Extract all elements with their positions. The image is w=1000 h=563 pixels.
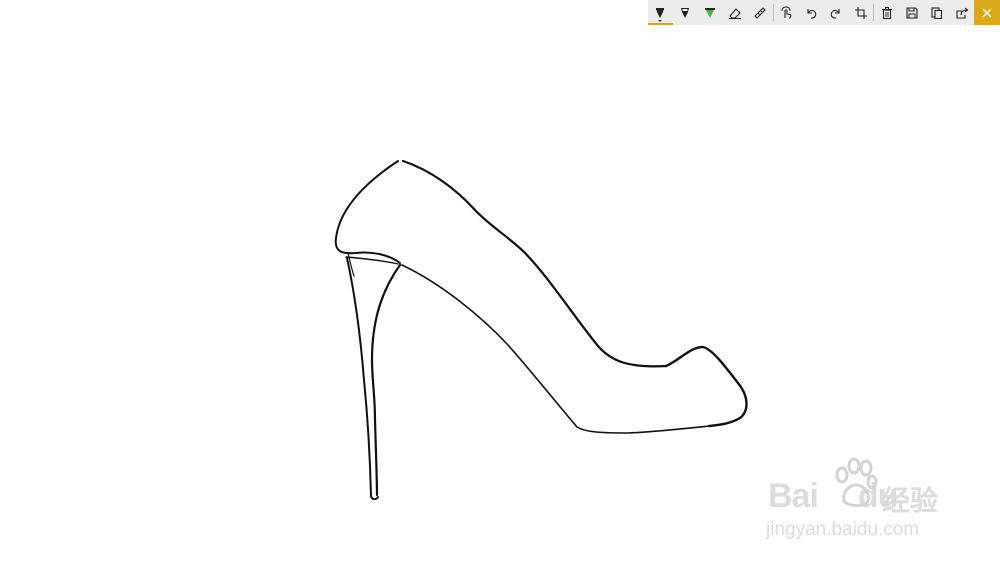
share-icon [955, 7, 968, 19]
watermark-url: jingyan.baidu.com [766, 519, 920, 540]
save-button[interactable] [899, 0, 924, 25]
pen-options-caret [658, 20, 663, 22]
touch-writing-button[interactable] [774, 0, 799, 25]
close-icon [982, 8, 992, 17]
ink-toolbar [648, 0, 1000, 25]
baidu-watermark: Bai du 经验 jingyan.baidu.com [760, 455, 960, 550]
redo-button[interactable] [823, 0, 848, 25]
close-button[interactable] [974, 0, 1000, 25]
watermark-cn-text: 经验 [882, 485, 939, 516]
shoe-toe [664, 345, 748, 428]
delete-icon [881, 6, 892, 19]
eraser-button[interactable] [723, 0, 748, 25]
eraser-icon [729, 7, 742, 19]
crop-button[interactable] [848, 0, 873, 25]
share-button[interactable] [949, 0, 974, 25]
heel-inner [370, 263, 402, 497]
ruler-icon [754, 6, 766, 19]
highlighter-icon [705, 7, 716, 18]
touch-writing-icon [781, 5, 792, 19]
pencil-button[interactable] [673, 0, 698, 25]
drawing-canvas[interactable]: Bai du 经验 jingyan.baidu.com [0, 0, 1000, 563]
undo-icon [807, 8, 817, 19]
copy-button[interactable] [924, 0, 949, 25]
highlighter-button[interactable] [698, 0, 723, 25]
pencil-icon [681, 7, 690, 18]
save-icon [906, 6, 918, 19]
ballpoint-pen-icon [656, 7, 665, 18]
ballpoint-pen-button[interactable] [648, 0, 673, 25]
ruler-button[interactable] [748, 0, 773, 25]
shoe-upper-line [334, 160, 401, 264]
delete-button[interactable] [874, 0, 899, 25]
shoe-topline [401, 159, 668, 368]
crop-icon [854, 6, 867, 19]
baidu-paw-icon [835, 457, 878, 507]
redo-icon [830, 8, 840, 19]
undo-button[interactable] [799, 0, 824, 25]
copy-icon [931, 6, 942, 19]
shoe-sole [401, 264, 721, 434]
